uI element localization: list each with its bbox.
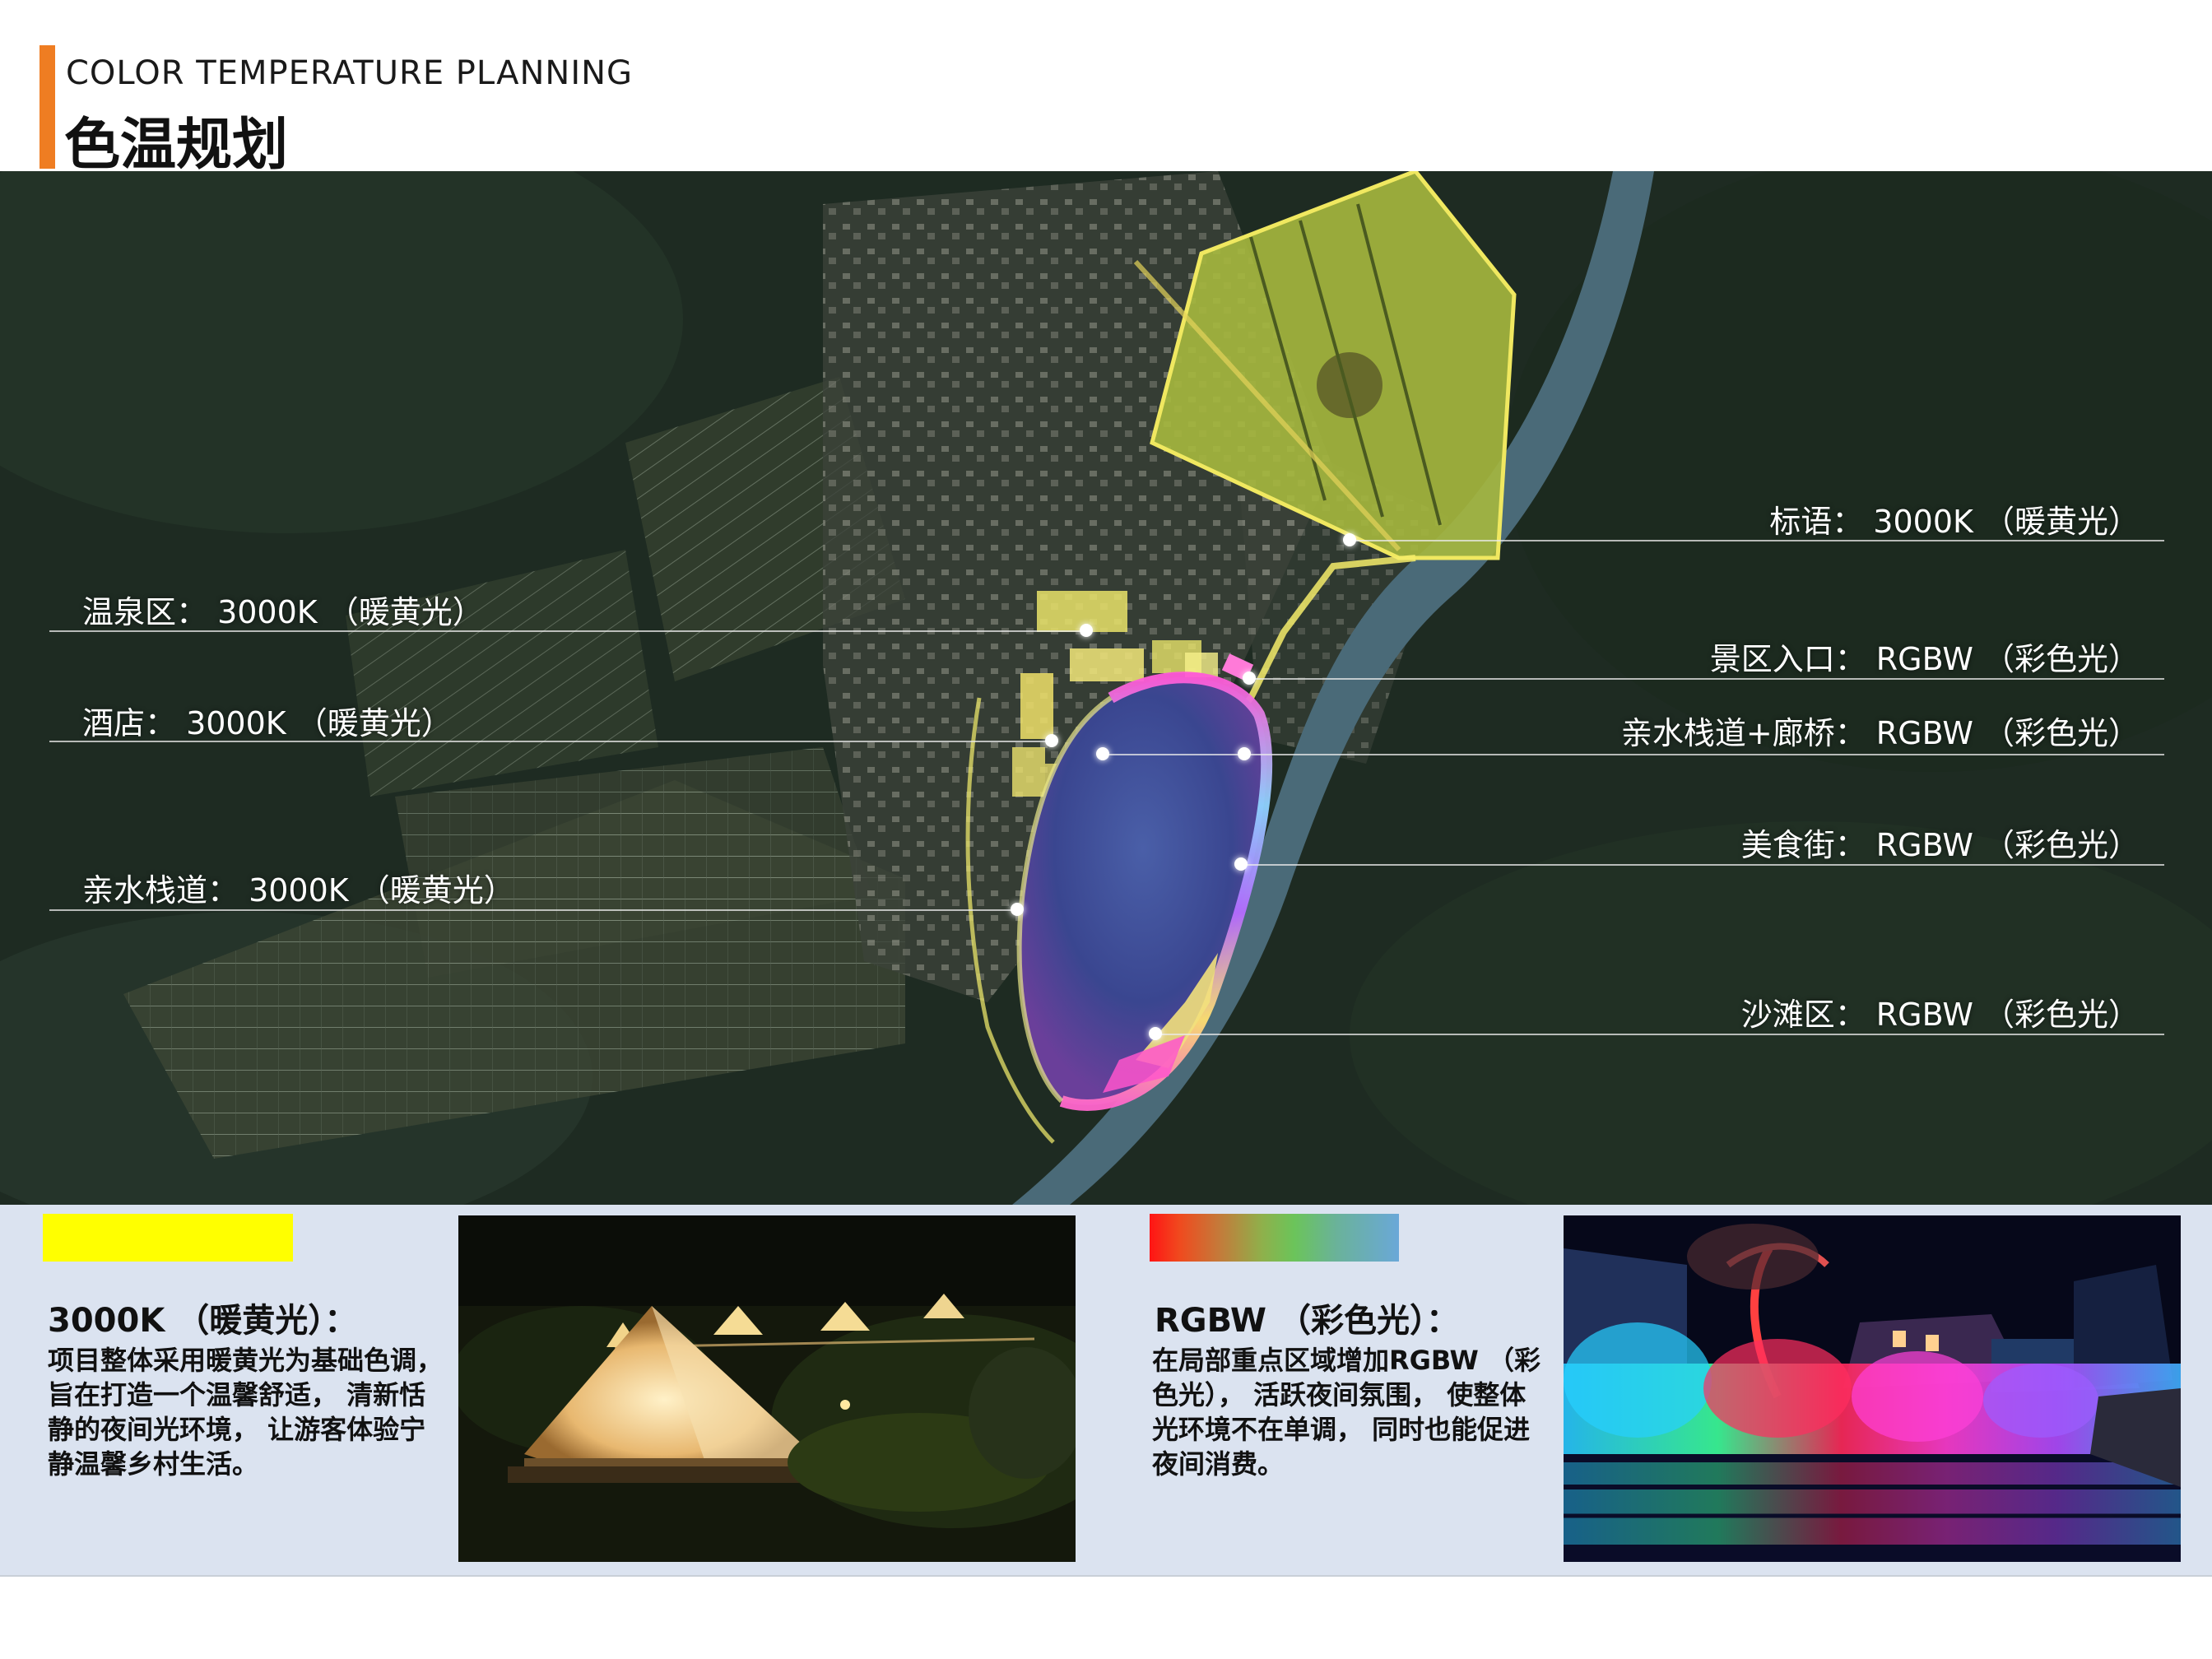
callout-hot-spring: 温泉区： 3000K （暖黄光） [82,594,484,630]
warm-legend-title: 3000K （暖黄光）： [48,1302,358,1340]
header-accent-bar [40,45,55,169]
rgbw-light-swatch [1150,1214,1399,1262]
callout-waterfront-walk: 亲水栈道： 3000K （暖黄光） [82,872,515,908]
marker-dot-waterfront-west [1096,747,1109,760]
callout-beach: 沙滩区： RGBW （彩色光） [1740,997,2140,1033]
callout-hotel: 酒店： 3000K （暖黄光） [82,705,453,741]
callout-entrance: 景区入口： RGBW （彩色光） [1709,641,2140,677]
rgbw-legend-title: RGBW （彩色光）： [1155,1302,1459,1340]
callout-food-street: 美食街： RGBW （彩色光） [1740,827,2140,863]
page-title-en: COLOR TEMPERATURE PLANNING [66,54,634,92]
callout-waterfront-bridge: 亲水栈道+廊桥： RGBW （彩色光） [1620,715,2140,751]
aerial-night-map: 标语： 3000K （暖黄光） 温泉区： 3000K （暖黄光） 景区入口： R… [0,171,2212,1205]
aerial-map-graphic [0,171,2212,1205]
marker-dot-waterfront-walk [1011,903,1024,916]
bottom-divider [0,1575,2212,1577]
rgbw-legend-description: 在局部重点区域增加RGBW （彩色光）， 活跃夜间氛围， 使整体光环境不在单调，… [1152,1345,1540,1480]
callout-slogan: 标语： 3000K （暖黄光） [1769,504,2140,540]
marker-dot-beach [1149,1027,1162,1040]
colorful-waterfront-night-photo [1564,1215,2181,1562]
marker-dot-waterfront-east [1238,747,1251,760]
marker-dot-food-street [1234,857,1248,871]
warm-legend-description: 项目整体采用暖黄光为基础色调， 旨在打造一个温馨舒适， 清新恬静的夜间光环境， … [48,1345,444,1480]
marker-dot-slogan [1343,533,1356,546]
marker-dot-hotel [1045,734,1058,747]
leader-line-waterfront-bridge [1103,754,2164,755]
page-title-zh: 色温规划 [64,113,289,178]
marker-dot-hot-spring [1080,624,1093,637]
warm-light-swatch [43,1214,293,1262]
tent-campsite-night-photo [458,1215,1076,1562]
marker-dot-entrance [1243,672,1256,685]
